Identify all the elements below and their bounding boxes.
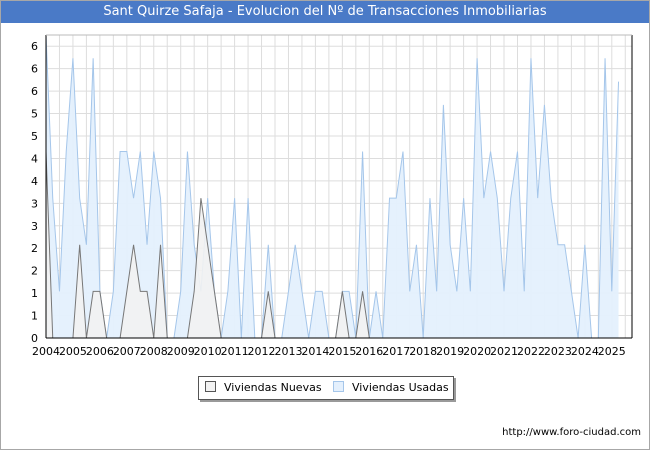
y-tick-label: 3 — [31, 220, 38, 233]
x-tick-label: 2019 — [436, 345, 464, 358]
legend-swatch-nuevas — [205, 381, 216, 392]
x-tick-label: 2020 — [463, 345, 491, 358]
x-tick-label: 2004 — [32, 345, 60, 358]
y-tick-label: 2 — [31, 265, 38, 278]
y-tick-label: 2 — [31, 242, 38, 255]
x-tick-label: 2021 — [490, 345, 518, 358]
x-tick-label: 2006 — [86, 345, 114, 358]
legend-item-nuevas: Viviendas Nuevas — [205, 377, 322, 399]
x-tick-label: 2010 — [194, 345, 222, 358]
y-tick-label: 4 — [31, 175, 38, 188]
x-tick-label: 2023 — [544, 345, 572, 358]
legend: Viviendas Nuevas Viviendas Usadas — [198, 376, 454, 400]
y-tick-label: 6 — [31, 85, 38, 98]
x-tick-label: 2005 — [59, 345, 87, 358]
legend-swatch-usadas — [333, 381, 344, 392]
x-tick-label: 2016 — [355, 345, 383, 358]
x-tick-label: 2013 — [274, 345, 302, 358]
y-tick-labels: 0 1 1 2 2 3 3 4 4 5 5 6 6 6 — [31, 40, 38, 345]
x-tick-label: 2024 — [571, 345, 599, 358]
y-tick-label: 3 — [31, 197, 38, 210]
x-tick-label: 2018 — [409, 345, 437, 358]
legend-item-usadas: Viviendas Usadas — [333, 377, 449, 399]
x-tick-label: 2007 — [113, 345, 141, 358]
x-tick-label: 2017 — [382, 345, 410, 358]
y-tick-label: 0 — [31, 332, 38, 345]
legend-label-nuevas: Viviendas Nuevas — [224, 381, 322, 394]
x-tick-label: 2022 — [517, 345, 545, 358]
x-tick-label: 2015 — [328, 345, 356, 358]
x-tick-label: 2008 — [140, 345, 168, 358]
y-tick-label: 1 — [31, 287, 38, 300]
x-tick-labels: 2004200520062007200820092010201120122013… — [32, 345, 626, 358]
y-tick-label: 5 — [31, 108, 38, 121]
legend-label-usadas: Viviendas Usadas — [352, 381, 449, 394]
y-tick-label: 5 — [31, 130, 38, 143]
y-tick-label: 4 — [31, 152, 38, 165]
footer-url[interactable]: http://www.foro-ciudad.com — [502, 427, 641, 438]
x-tick-label: 2014 — [301, 345, 329, 358]
x-tick-label: 2011 — [221, 345, 249, 358]
y-tick-label: 1 — [31, 310, 38, 323]
x-tick-label: 2012 — [248, 345, 276, 358]
y-tick-label: 6 — [31, 40, 38, 53]
y-tick-label: 6 — [31, 63, 38, 76]
x-tick-label: 2009 — [167, 345, 195, 358]
x-tick-label: 2025 — [598, 345, 626, 358]
